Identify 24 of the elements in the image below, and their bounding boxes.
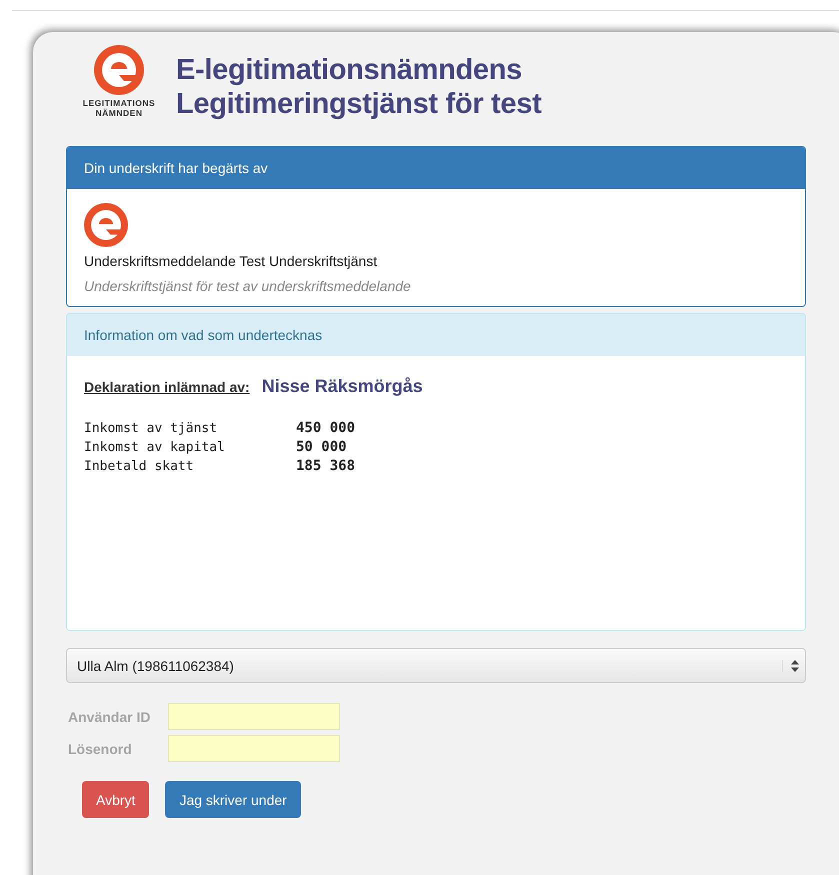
logo-text: NÄMNDEN xyxy=(96,108,142,118)
up-down-arrows-icon xyxy=(782,660,799,672)
amount-label: Inkomst av kapital xyxy=(84,439,226,457)
page-title: E-legitimationsnämndens xyxy=(176,53,523,87)
amount-label: Inkomst av tjänst xyxy=(84,420,218,438)
requester-name: Underskriftsmeddelande Test Underskriftstjänst xyxy=(84,252,378,271)
page-title: Legitimeringstjänst för test xyxy=(176,87,542,121)
amount-value: 50 000 xyxy=(296,438,348,457)
user-select[interactable]: Ulla Alm (198611062384) xyxy=(66,648,806,683)
amount-label: Inbetald skatt xyxy=(84,458,195,476)
e-logo-icon xyxy=(84,203,128,247)
field-label: Lösenord xyxy=(67,740,133,756)
sign-button[interactable]: Jag skriver under xyxy=(165,781,301,818)
panel-heading: Din underskrift har begärts av xyxy=(67,147,805,189)
requester-description: Underskriftstjänst för test av underskriftsmeddelande xyxy=(84,277,412,296)
amount-value: 450 000 xyxy=(296,419,356,438)
panel-heading: Information om vad som undertecknas xyxy=(67,314,805,356)
field-label: Användar ID xyxy=(67,708,152,724)
cancel-button[interactable]: Avbryt xyxy=(82,781,150,818)
logo-text: LEGITIMATIONS xyxy=(82,98,156,108)
e-logo-icon xyxy=(94,45,144,95)
amount-value: 185 368 xyxy=(296,457,356,476)
declarant-name: Nisse Räksmörgås xyxy=(262,376,423,397)
declaration-label: Deklaration inlämnad av: xyxy=(84,379,250,395)
